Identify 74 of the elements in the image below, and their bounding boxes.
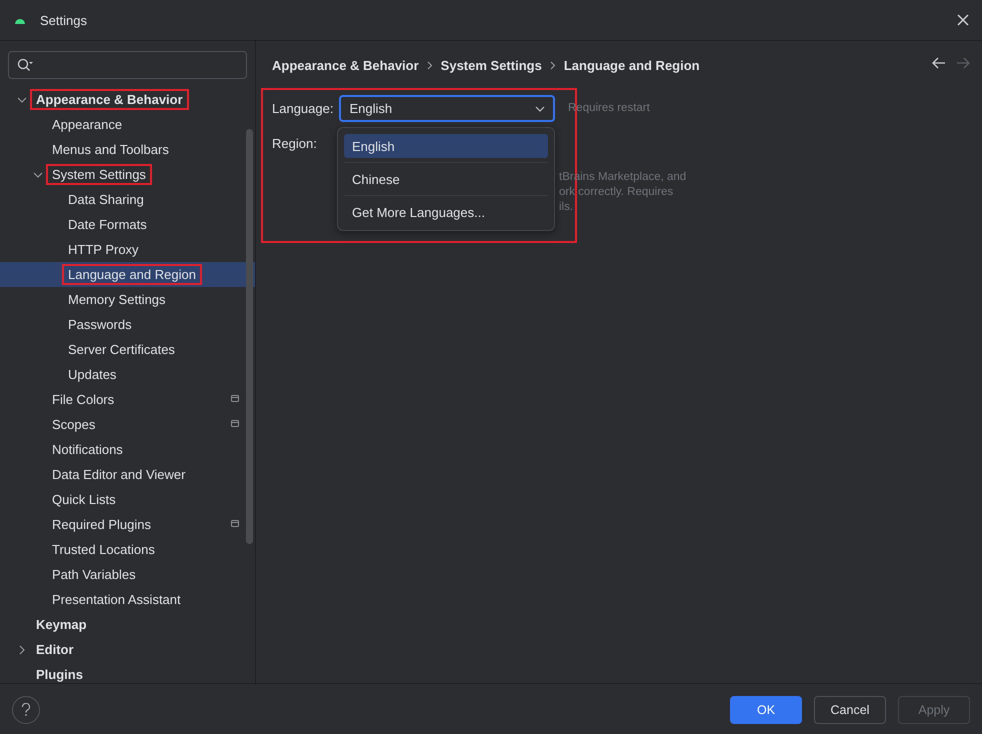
highlight-frame: Server Certificates (62, 339, 181, 360)
tree-item[interactable]: Data Editor and Viewer (0, 462, 255, 487)
tree-item[interactable]: Keymap (0, 612, 255, 637)
chevron-down-icon (535, 106, 546, 112)
breadcrumb[interactable]: Appearance & Behavior (272, 58, 419, 72)
highlight-frame: Keymap (30, 614, 93, 635)
highlight-frame: Plugins (30, 664, 89, 685)
tree-item[interactable]: System Settings (0, 162, 255, 187)
highlight-frame: Scopes (46, 414, 102, 435)
highlight-frame: Quick Lists (46, 489, 122, 510)
menu-option[interactable]: Get More Languages... (344, 200, 548, 224)
tree-item[interactable]: Memory Settings (0, 287, 255, 312)
chevron-right-icon[interactable] (17, 644, 27, 654)
highlight-frame: Editor (30, 639, 80, 660)
tree-item[interactable]: Language and Region (0, 262, 255, 287)
field-label: Language: (272, 101, 334, 116)
highlight-frame: System Settings (46, 164, 152, 185)
breadcrumb[interactable]: System Settings (440, 58, 542, 72)
highlight-frame: Trusted Locations (46, 539, 161, 560)
dialog-button[interactable]: Cancel (814, 696, 886, 724)
highlight-frame: Data Editor and Viewer (46, 464, 192, 485)
menu-option[interactable]: Chinese (344, 167, 548, 191)
tree-item[interactable]: Path Variables (0, 562, 255, 587)
tree-item[interactable]: Date Formats (0, 212, 255, 237)
android-icon (14, 16, 26, 24)
tree-item[interactable]: Menus and Toolbars (0, 137, 255, 162)
field-label: Region: (272, 136, 317, 151)
close-icon[interactable] (956, 13, 970, 27)
highlight-frame: Language and Region (62, 264, 202, 285)
tree-item[interactable]: Scopes (0, 412, 255, 437)
highlight-frame: Menus and Toolbars (46, 139, 175, 160)
tree-item[interactable]: Data Sharing (0, 187, 255, 212)
highlight-frame: Appearance (46, 114, 128, 135)
tree-item[interactable]: Editor (0, 637, 255, 662)
menu-option[interactable]: English (344, 134, 548, 158)
chevron-down-icon[interactable] (33, 170, 43, 180)
tree-item[interactable]: Plugins (0, 662, 255, 687)
chevron-right-icon (550, 60, 556, 70)
tree-item[interactable]: Required Plugins (0, 512, 255, 537)
highlight-frame: Required Plugins (46, 514, 158, 535)
tree-item[interactable]: HTTP Proxy (0, 237, 255, 262)
tree-item[interactable]: File Colors (0, 387, 255, 412)
language-dropdown[interactable]: English (339, 95, 556, 122)
highlight-frame: Presentation Assistant (46, 589, 187, 610)
tree-item[interactable]: Notifications (0, 437, 255, 462)
tree-item[interactable]: Appearance & Behavior (0, 87, 255, 112)
window-title: Settings (40, 12, 88, 28)
breadcrumb[interactable]: Language and Region (564, 58, 700, 72)
scrollbar[interactable] (246, 129, 253, 544)
highlight-frame: Passwords (62, 314, 138, 335)
chevron-right-icon (426, 60, 433, 70)
highlight-frame: Date Formats (62, 214, 153, 235)
highlight-frame: Path Variables (46, 564, 142, 585)
help-button[interactable] (12, 696, 40, 724)
tree-item[interactable]: Updates (0, 362, 255, 387)
chevron-down-icon[interactable] (17, 94, 27, 104)
question-mark-icon (21, 702, 31, 716)
search-field[interactable] (8, 51, 247, 79)
highlight-frame: Data Sharing (62, 189, 150, 210)
primary-button[interactable]: OK (730, 696, 802, 724)
highlight-frame: Appearance & Behavior (30, 89, 189, 110)
tree-item[interactable]: Server Certificates (0, 337, 255, 362)
highlight-frame: Updates (62, 364, 122, 385)
highlight-frame: HTTP Proxy (62, 239, 145, 260)
tree-item[interactable]: Presentation Assistant (0, 587, 255, 612)
tree-item[interactable]: Quick Lists (0, 487, 255, 512)
tree-item[interactable]: Appearance (0, 112, 255, 137)
tree-item[interactable]: Passwords (0, 312, 255, 337)
back-arrow-icon[interactable] (932, 57, 946, 69)
highlight-frame: Notifications (46, 439, 129, 460)
highlight-frame: File Colors (46, 389, 120, 410)
highlight-frame: Memory Settings (62, 289, 172, 310)
tree-item[interactable]: Trusted Locations (0, 537, 255, 562)
search-icon (17, 58, 33, 72)
